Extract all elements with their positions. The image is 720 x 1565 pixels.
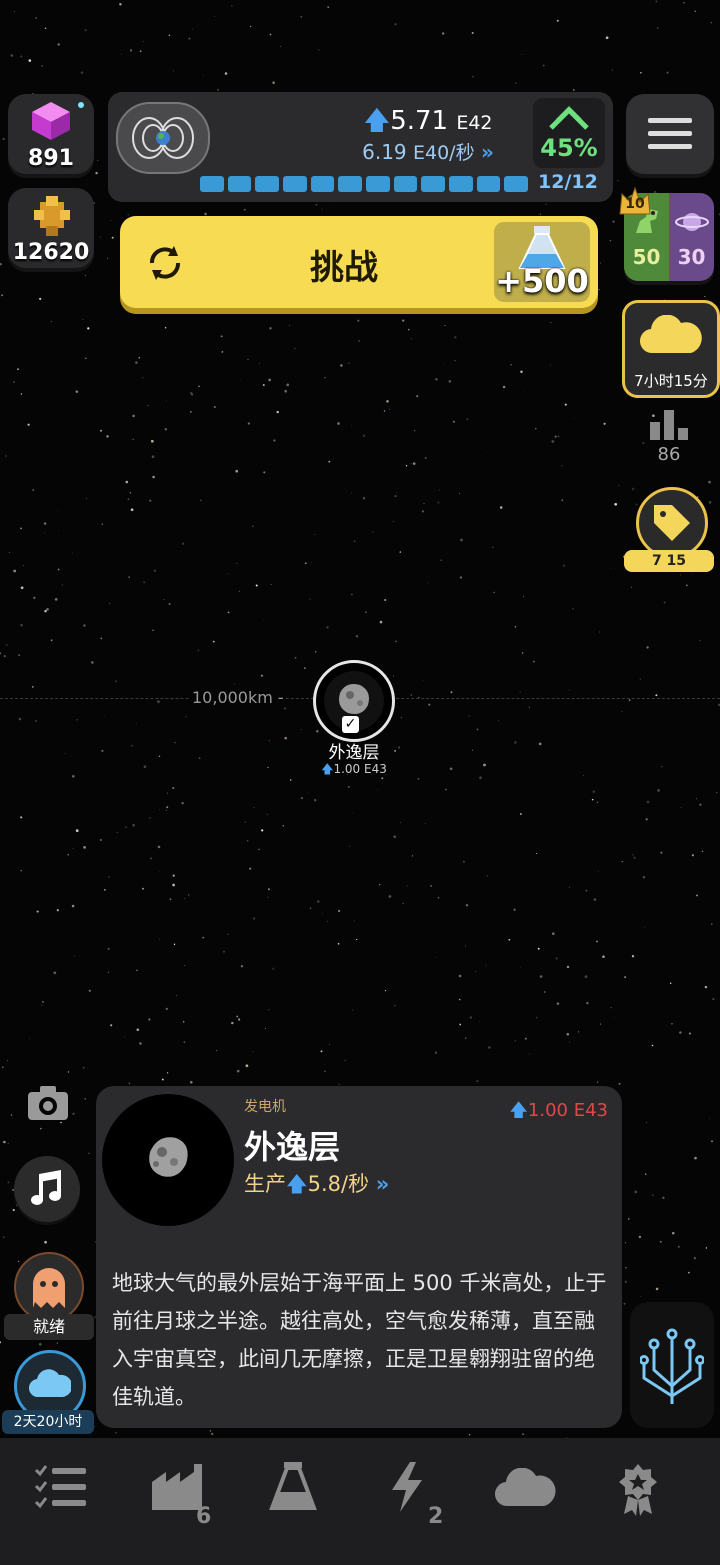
stats-count: 86 xyxy=(657,444,681,465)
generator-production: 生产🡅5.8/秒 » xyxy=(244,1168,389,1205)
up-arrow-icon: 🡅 xyxy=(321,762,334,776)
music-button[interactable] xyxy=(14,1156,80,1222)
energy-exponent: E42 xyxy=(456,112,493,134)
gems-count: 891 xyxy=(28,146,74,171)
progress-segment xyxy=(421,176,446,192)
ghost-status: 就绪 xyxy=(4,1314,94,1340)
generator-image xyxy=(102,1094,234,1226)
distance-label: 10,000km - xyxy=(190,688,286,707)
planet-count: 30 xyxy=(677,245,706,269)
cloud-icon xyxy=(640,315,702,354)
double-chevron-icon: » xyxy=(480,140,494,164)
progress-segment xyxy=(255,176,280,192)
magnetic-field-icon xyxy=(132,117,194,159)
tab-cloud[interactable] xyxy=(490,1456,570,1526)
boost-percent-box[interactable]: 45% xyxy=(533,98,605,168)
planet-icon xyxy=(675,213,709,231)
tab-research[interactable] xyxy=(254,1456,334,1526)
double-chevron-icon: » xyxy=(375,1172,390,1196)
production-rate: 5.8/秒 xyxy=(307,1172,370,1196)
chevron-up-icon xyxy=(549,105,589,130)
up-arrow-icon: 🡅 xyxy=(363,106,391,136)
blocks-counter[interactable]: 12620 xyxy=(8,188,94,268)
progress-segment xyxy=(200,176,224,192)
generator-info-card: 发电机 外逸层 生产🡅5.8/秒 » 🡅1.00 E43 地球大气的最外层始于海… xyxy=(96,1086,622,1428)
notification-dot xyxy=(78,102,84,108)
boost-percent: 45% xyxy=(540,134,598,162)
camera-icon[interactable] xyxy=(26,1084,70,1122)
generator-category: 发电机 xyxy=(244,1099,286,1115)
planet-section: 30 xyxy=(669,193,714,281)
menu-button[interactable] xyxy=(626,94,714,174)
generator-title: 外逸层 xyxy=(244,1128,341,1166)
offer-tag-button[interactable] xyxy=(636,487,708,559)
stats-bar-chart-icon[interactable] xyxy=(648,408,690,440)
up-arrow-icon: 🡅 xyxy=(286,1172,308,1196)
level-number: 10 xyxy=(625,196,645,212)
progress-segment xyxy=(449,176,473,192)
flask-icon xyxy=(269,1462,317,1510)
offer-tag-label: 7 15 xyxy=(624,550,714,572)
energy-rate: 6.19 E40/秒 » xyxy=(288,138,568,165)
up-arrow-icon: 🡅 xyxy=(509,1100,528,1121)
progress-segment xyxy=(338,176,363,192)
factory-badge: 6 xyxy=(196,1504,212,1529)
checklist-icon xyxy=(34,1465,86,1509)
progress-label: 12/12 xyxy=(538,171,598,193)
progress-segment xyxy=(227,176,252,192)
award-badge-icon xyxy=(619,1464,657,1516)
cloud-boost-timer: 2天20小时 xyxy=(2,1410,94,1434)
gold-block-icon xyxy=(34,196,70,236)
cloud-timer-button[interactable]: 7小时15分 xyxy=(622,300,720,398)
progress-bar xyxy=(200,176,529,192)
progress-segment xyxy=(393,176,418,192)
planet-value: 🡅1.00 E43 xyxy=(300,760,408,781)
level-badge: 10 xyxy=(618,186,652,216)
dino-count: 50 xyxy=(632,245,661,269)
ghost-icon xyxy=(33,1268,65,1308)
generator-value: 🡅1.00 E43 xyxy=(509,1098,608,1128)
energy-mantissa: 5.71 xyxy=(390,106,449,136)
music-note-icon xyxy=(31,1170,61,1205)
reward-amount: +500 xyxy=(495,262,589,300)
cloud-timer: 7小时15分 xyxy=(634,372,708,390)
tab-tasks[interactable] xyxy=(22,1456,102,1526)
generator-description: 地球大气的最外层始于海平面上 500 千米高处，止于前往月球之半途。越往高处，空… xyxy=(112,1271,607,1409)
reward-box: +500 xyxy=(494,222,590,302)
cloud-icon xyxy=(495,1468,556,1507)
price-tag-icon xyxy=(654,505,690,541)
rate-mantissa: 6.19 xyxy=(362,140,407,164)
tech-tree-button[interactable] xyxy=(630,1302,714,1428)
production-label: 生产 xyxy=(244,1172,286,1196)
progress-segment xyxy=(366,176,390,192)
hamburger-menu-icon xyxy=(648,118,692,149)
checkmark-icon: ✓ xyxy=(342,716,359,733)
tab-factory[interactable]: 6 xyxy=(142,1456,222,1529)
magnetosphere-button[interactable] xyxy=(116,102,210,174)
progress-segment xyxy=(310,176,335,192)
resource-bar: 🡅5.71 E42 6.19 E40/秒 » 45% 12/12 xyxy=(108,92,613,202)
tech-tree-icon xyxy=(640,1328,704,1404)
cube-icon xyxy=(32,102,70,140)
blocks-count: 12620 xyxy=(12,240,90,265)
power-badge: 2 xyxy=(428,1504,444,1529)
gems-counter[interactable]: 891 xyxy=(8,94,94,174)
ghost-button[interactable] xyxy=(14,1252,84,1322)
generator-value-text: 1.00 E43 xyxy=(527,1100,608,1121)
progress-segment xyxy=(283,176,307,192)
progress-segment xyxy=(504,176,529,192)
tab-achievements[interactable] xyxy=(598,1456,678,1526)
lightning-icon xyxy=(392,1462,422,1512)
rate-suffix: E40/秒 xyxy=(413,142,475,164)
asteroid-icon xyxy=(149,1137,188,1177)
tab-power[interactable]: 2 xyxy=(372,1456,452,1529)
progress-segment xyxy=(476,176,501,192)
planet-value-text: 1.00 E43 xyxy=(333,762,387,776)
cloud-icon xyxy=(29,1369,71,1398)
challenge-button[interactable]: 挑战 +500 xyxy=(120,216,598,308)
bottom-nav: 6 2 xyxy=(0,1438,720,1565)
